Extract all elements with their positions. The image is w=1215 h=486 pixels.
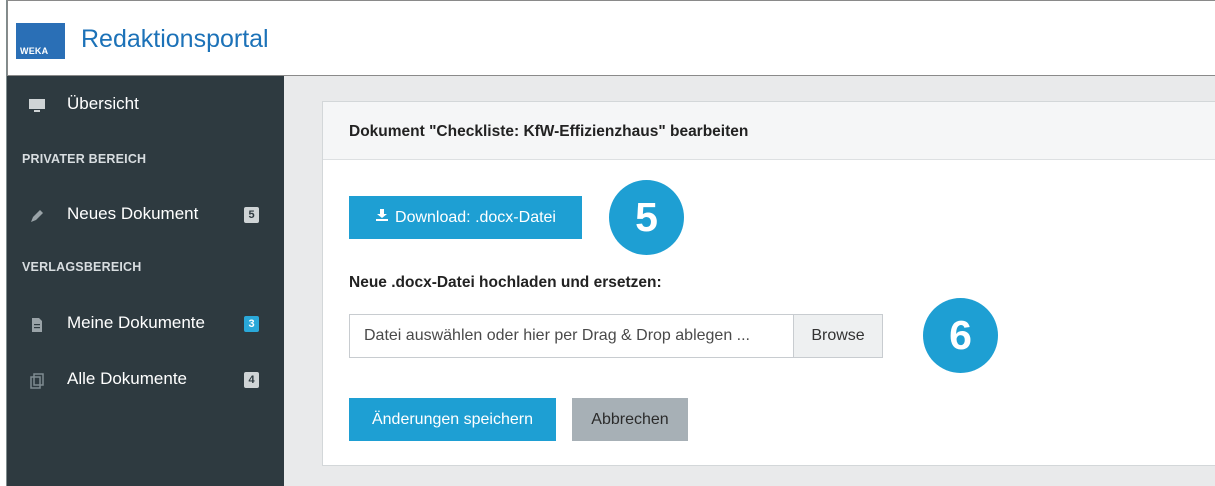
save-button[interactable]: Änderungen speichern <box>349 398 556 441</box>
sidebar-item-label: Übersicht <box>67 94 139 113</box>
browse-button[interactable]: Browse <box>793 315 882 357</box>
sidebar-item-all-documents[interactable]: Alle Dokumente 4 <box>7 365 284 401</box>
sidebar-item-new-document[interactable]: Neues Dokument 5 <box>7 200 284 236</box>
download-button[interactable]: Download: .docx-Datei <box>349 196 582 239</box>
document-icon <box>27 315 47 335</box>
weka-logo[interactable]: WEKA <box>16 23 65 59</box>
upload-label: Neue .docx-Datei hochladen und ersetzen: <box>349 274 662 291</box>
edit-document-card: Dokument "Checkliste: KfW-Effizienzhaus"… <box>322 101 1215 466</box>
file-upload-field[interactable]: Datei auswählen oder hier per Drag & Dro… <box>349 314 883 358</box>
sidebar-item-label: Alle Dokumente <box>67 369 188 388</box>
download-label: Download: .docx-Datei <box>395 209 556 226</box>
sidebar-item-label: Neues Dokument <box>67 204 199 223</box>
section-private: PRIVATER BEREICH <box>22 152 147 166</box>
app-title[interactable]: Redaktionsportal <box>81 25 269 54</box>
file-placeholder: Datei auswählen oder hier per Drag & Dro… <box>364 327 750 344</box>
sidebar: Übersicht PRIVATER BEREICH Neues Dokumen… <box>7 76 284 486</box>
cancel-button[interactable]: Abbrechen <box>572 398 688 441</box>
page-title: Dokument "Checkliste: KfW-Effizienzhaus"… <box>349 123 749 140</box>
pencil-icon <box>27 206 47 226</box>
sidebar-item-my-documents[interactable]: Meine Dokumente 3 <box>7 309 284 345</box>
card-header: Dokument "Checkliste: KfW-Effizienzhaus"… <box>323 102 1215 160</box>
step-marker-download: 5 <box>609 180 684 255</box>
sidebar-item-overview[interactable]: Übersicht <box>7 90 284 126</box>
app-frame: WEKA Redaktionsportal Übersicht PRIVATER… <box>6 0 1215 486</box>
count-badge: 4 <box>244 372 259 388</box>
monitor-icon <box>27 96 47 116</box>
section-publisher: VERLAGSBEREICH <box>22 260 142 274</box>
copy-icon <box>27 371 47 391</box>
download-icon <box>375 196 389 239</box>
count-badge: 5 <box>244 207 259 223</box>
sidebar-item-label: Meine Dokumente <box>67 313 205 332</box>
logo-text: WEKA <box>20 46 49 56</box>
step-marker-upload: 6 <box>923 298 998 373</box>
top-bar: WEKA Redaktionsportal <box>7 0 1215 76</box>
count-badge: 3 <box>244 316 259 332</box>
